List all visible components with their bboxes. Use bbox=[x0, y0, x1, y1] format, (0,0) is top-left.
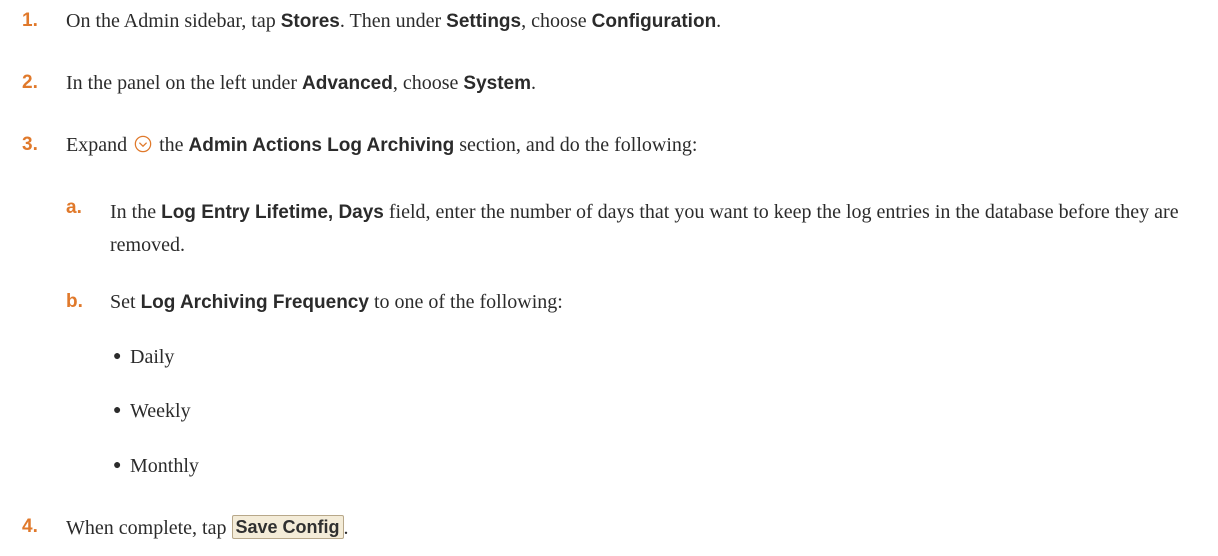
step-text: the bbox=[159, 134, 189, 156]
step-text: to one of the following: bbox=[368, 291, 563, 313]
ui-term: System bbox=[463, 73, 531, 94]
frequency-option: Weekly bbox=[130, 400, 191, 422]
ui-term: Advanced bbox=[302, 73, 393, 94]
step-number: 2. bbox=[22, 72, 38, 93]
step-number: 4. bbox=[22, 516, 38, 537]
bullet-icon: ● bbox=[113, 458, 122, 473]
step-text: . bbox=[531, 72, 536, 94]
chevron-down-circle-icon[interactable] bbox=[134, 135, 152, 153]
save-config-button[interactable]: Save Config bbox=[231, 515, 344, 539]
step-text: . Then under bbox=[339, 10, 447, 32]
bullet-icon: ● bbox=[113, 403, 122, 418]
ui-term: Log Archiving Frequency bbox=[140, 292, 369, 313]
bullet-icon: ● bbox=[113, 349, 122, 364]
ui-term: Configuration bbox=[591, 11, 717, 32]
ui-term: Stores bbox=[280, 11, 340, 32]
ui-term: Settings bbox=[446, 11, 522, 32]
step-text: . bbox=[716, 10, 722, 32]
step-text: , choose bbox=[392, 72, 464, 94]
step-text: . bbox=[343, 517, 349, 539]
step-text: When complete, tap bbox=[66, 517, 232, 539]
step-number: 3. bbox=[22, 134, 38, 155]
frequency-option: Daily bbox=[130, 346, 175, 368]
step-text: In the panel on the left under bbox=[66, 72, 303, 94]
step-number: 1. bbox=[22, 10, 38, 31]
substep-letter: b. bbox=[66, 291, 83, 312]
step-text: section, and do the following: bbox=[454, 134, 698, 156]
ui-term: Log Entry Lifetime, Days bbox=[161, 202, 384, 223]
step-text: In the bbox=[110, 201, 162, 223]
step-text: , choose bbox=[521, 10, 592, 32]
step-text: Expand bbox=[66, 134, 128, 156]
substep-letter: a. bbox=[66, 197, 82, 218]
step-text: Set bbox=[110, 291, 141, 313]
ui-term: Admin Actions Log Archiving bbox=[188, 135, 455, 156]
step-text: On the Admin sidebar, tap bbox=[66, 10, 281, 32]
frequency-option: Monthly bbox=[130, 455, 199, 477]
